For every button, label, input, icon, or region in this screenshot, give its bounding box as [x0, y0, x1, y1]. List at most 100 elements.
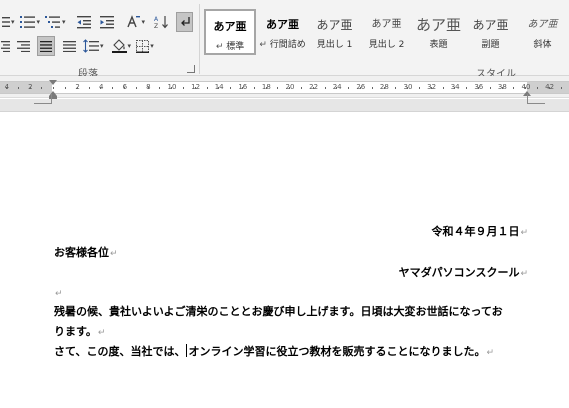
horizontal-ruler[interactable]: 4224681012141618202224262830323436384042: [0, 76, 569, 98]
multilevel-list-icon: [45, 15, 61, 29]
style-name: ↵ 標準: [216, 39, 244, 52]
line-spacing-icon: [83, 39, 99, 53]
line-text: オンライン学習に役立つ教材を販売することになりました。: [188, 345, 486, 358]
paragraph-mark-icon: ↵: [97, 328, 106, 338]
line-text: ります。: [54, 325, 97, 338]
ruler-tick: [384, 87, 385, 89]
svg-text:A: A: [154, 16, 159, 23]
style-name: 表題: [429, 37, 447, 50]
ruler-tick: [348, 87, 349, 89]
style-name-text: 見出し 1: [316, 40, 353, 50]
paragraph-mark-icon: ↵: [520, 228, 528, 238]
ruler-tick: [490, 87, 491, 89]
style-item[interactable]: あア亜 ↵ 標準: [204, 9, 257, 55]
shading-button[interactable]: ▾: [111, 36, 132, 56]
first-line-indent-marker[interactable]: [49, 80, 57, 85]
increase-indent-button[interactable]: [98, 12, 116, 32]
ruler-tick: [65, 87, 66, 89]
style-name-text: 表題: [429, 40, 448, 50]
borders-button[interactable]: ▾: [136, 36, 154, 56]
align-right-button[interactable]: [14, 36, 32, 56]
ruler-tick: [289, 87, 290, 89]
document-line[interactable]: さて、この度、当社では、 オンライン学習に役立つ教材を販売することになりました。↵: [54, 344, 528, 359]
align-center-icon: [0, 40, 10, 52]
chevron-down-icon: ▾: [150, 42, 154, 50]
asian-layout-button[interactable]: ▾: [125, 12, 146, 32]
decrease-indent-icon: [76, 15, 91, 29]
ruler-tick: [124, 87, 125, 89]
style-item[interactable]: あア亜 斜体: [517, 9, 568, 55]
sort-icon: AZ: [154, 15, 170, 29]
line-text: お客様各位: [54, 246, 109, 259]
ruler-tick: [112, 87, 113, 89]
document-line[interactable]: ↵: [54, 285, 528, 300]
ruler-tick-label: 24: [332, 83, 342, 91]
document-line[interactable]: お客様各位↵: [54, 245, 528, 260]
style-sample: あア亜: [316, 18, 353, 32]
ruler-strip: 4224681012141618202224262830323436384042: [0, 81, 569, 94]
bullets-button[interactable]: ▾: [0, 12, 15, 32]
ruler-tick: [30, 87, 31, 89]
show-hide-marks-button[interactable]: [176, 12, 194, 32]
style-item[interactable]: あア亜見出し 2: [361, 9, 412, 55]
chevron-down-icon: ▾: [141, 18, 146, 26]
ruler-tick: [502, 87, 503, 89]
document-line[interactable]: ります。↵: [54, 324, 528, 339]
style-name: 副題: [481, 37, 499, 50]
style-item[interactable]: あア亜 副題: [465, 9, 516, 55]
ruler-tick: [159, 87, 160, 89]
ruler-tick-label: 14: [214, 83, 224, 91]
decrease-indent-button[interactable]: [75, 12, 93, 32]
style-sample: あア亜: [213, 20, 247, 33]
group-divider: [199, 4, 200, 74]
bullets-icon: [0, 16, 10, 28]
ruler-tick: [466, 87, 467, 89]
sort-button[interactable]: AZ: [153, 12, 171, 32]
chevron-down-icon: ▾: [127, 42, 132, 50]
numbering-button[interactable]: ▾: [19, 12, 40, 32]
paragraph-mark-icon: ↵: [486, 348, 494, 358]
ruler-tick: [266, 87, 267, 89]
ruler-tick: [443, 87, 444, 89]
borders-icon: [136, 39, 150, 53]
ruler-tick: [207, 87, 208, 89]
document-line[interactable]: 残暑の候、貴社いよいよご清栄のこととお慶び申し上げます。日頃は大変お世話になって…: [54, 304, 528, 319]
ruler-tick: [419, 87, 420, 89]
style-item[interactable]: あア亜見出し 1: [309, 9, 360, 55]
ruler-tick: [549, 87, 550, 89]
ruler-tick: [136, 87, 137, 89]
document-line[interactable]: 令和４年９月１日↵: [54, 224, 528, 239]
paragraph-mark-icon: ↵: [55, 289, 63, 299]
style-item[interactable]: あア亜 表題: [413, 9, 464, 55]
line-text: 残暑の候、貴社いよいよご清栄のこととお慶び申し上げます。日頃は大変お世話になって…: [54, 305, 503, 318]
multilevel-list-button[interactable]: ▾: [45, 12, 66, 32]
document-line[interactable]: ヤマダパソコンスクール↵: [54, 265, 528, 280]
line-spacing-button[interactable]: ▾: [83, 36, 104, 56]
top-left-margin-mark: [34, 94, 52, 104]
ribbon: ▾ ▾ ▾ ▾ A Z ▾ ▾ ▾ 段落 あア亜 ↵ 標準 あア亜 ↵ 行間詰め…: [0, 0, 569, 80]
style-item[interactable]: あア亜 ↵ 行間詰め: [257, 9, 308, 55]
paragraph-dialog-launcher-icon[interactable]: [187, 65, 195, 73]
distributed-icon: [62, 40, 76, 52]
align-right-icon: [16, 40, 30, 52]
ruler-tick: [454, 87, 455, 89]
ruler-tick: [325, 87, 326, 89]
style-name-text: 見出し 2: [368, 40, 405, 50]
ruler-tick: [525, 87, 526, 89]
ruler-tick: [301, 87, 302, 89]
style-name: 見出し 1: [317, 37, 353, 50]
align-center-button[interactable]: [0, 36, 10, 56]
style-sample: あア亜: [371, 19, 402, 30]
justify-icon: [40, 40, 52, 52]
svg-text:Z: Z: [154, 23, 158, 29]
ruler-tick: [18, 87, 19, 89]
distributed-button[interactable]: [60, 36, 78, 56]
style-name-text: 副題: [481, 40, 500, 50]
ruler-tick: [171, 87, 172, 89]
style-name: ↵ 行間詰め: [259, 37, 305, 50]
ruler-tick: [407, 87, 408, 89]
styles-gallery: あア亜 ↵ 標準 あア亜 ↵ 行間詰め あア亜 見出し 1 あア亜 見出し 2 あア亜 表題 あア亜…: [204, 9, 569, 57]
justify-button[interactable]: [37, 36, 55, 56]
ruler-tick: [478, 87, 479, 89]
ruler-tick: [100, 87, 101, 89]
